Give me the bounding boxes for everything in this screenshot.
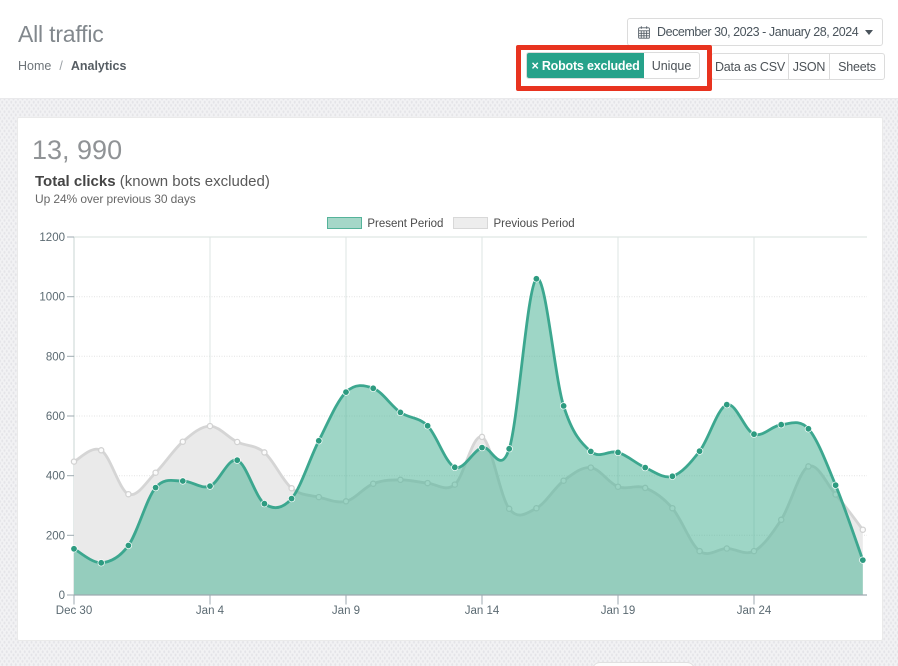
svg-text:Dec 30: Dec 30 — [56, 605, 92, 617]
svg-text:600: 600 — [46, 411, 65, 423]
svg-text:400: 400 — [46, 471, 65, 483]
svg-text:0: 0 — [59, 590, 65, 602]
svg-text:Jan 4: Jan 4 — [196, 605, 225, 617]
svg-text:Jan 24: Jan 24 — [737, 605, 772, 617]
svg-text:Jan 14: Jan 14 — [465, 605, 500, 617]
svg-text:Jan 19: Jan 19 — [601, 605, 636, 617]
svg-text:1000: 1000 — [39, 292, 65, 304]
svg-text:800: 800 — [46, 351, 65, 363]
svg-text:200: 200 — [46, 530, 65, 542]
svg-text:1200: 1200 — [39, 232, 65, 244]
svg-text:Jan 9: Jan 9 — [332, 605, 360, 617]
